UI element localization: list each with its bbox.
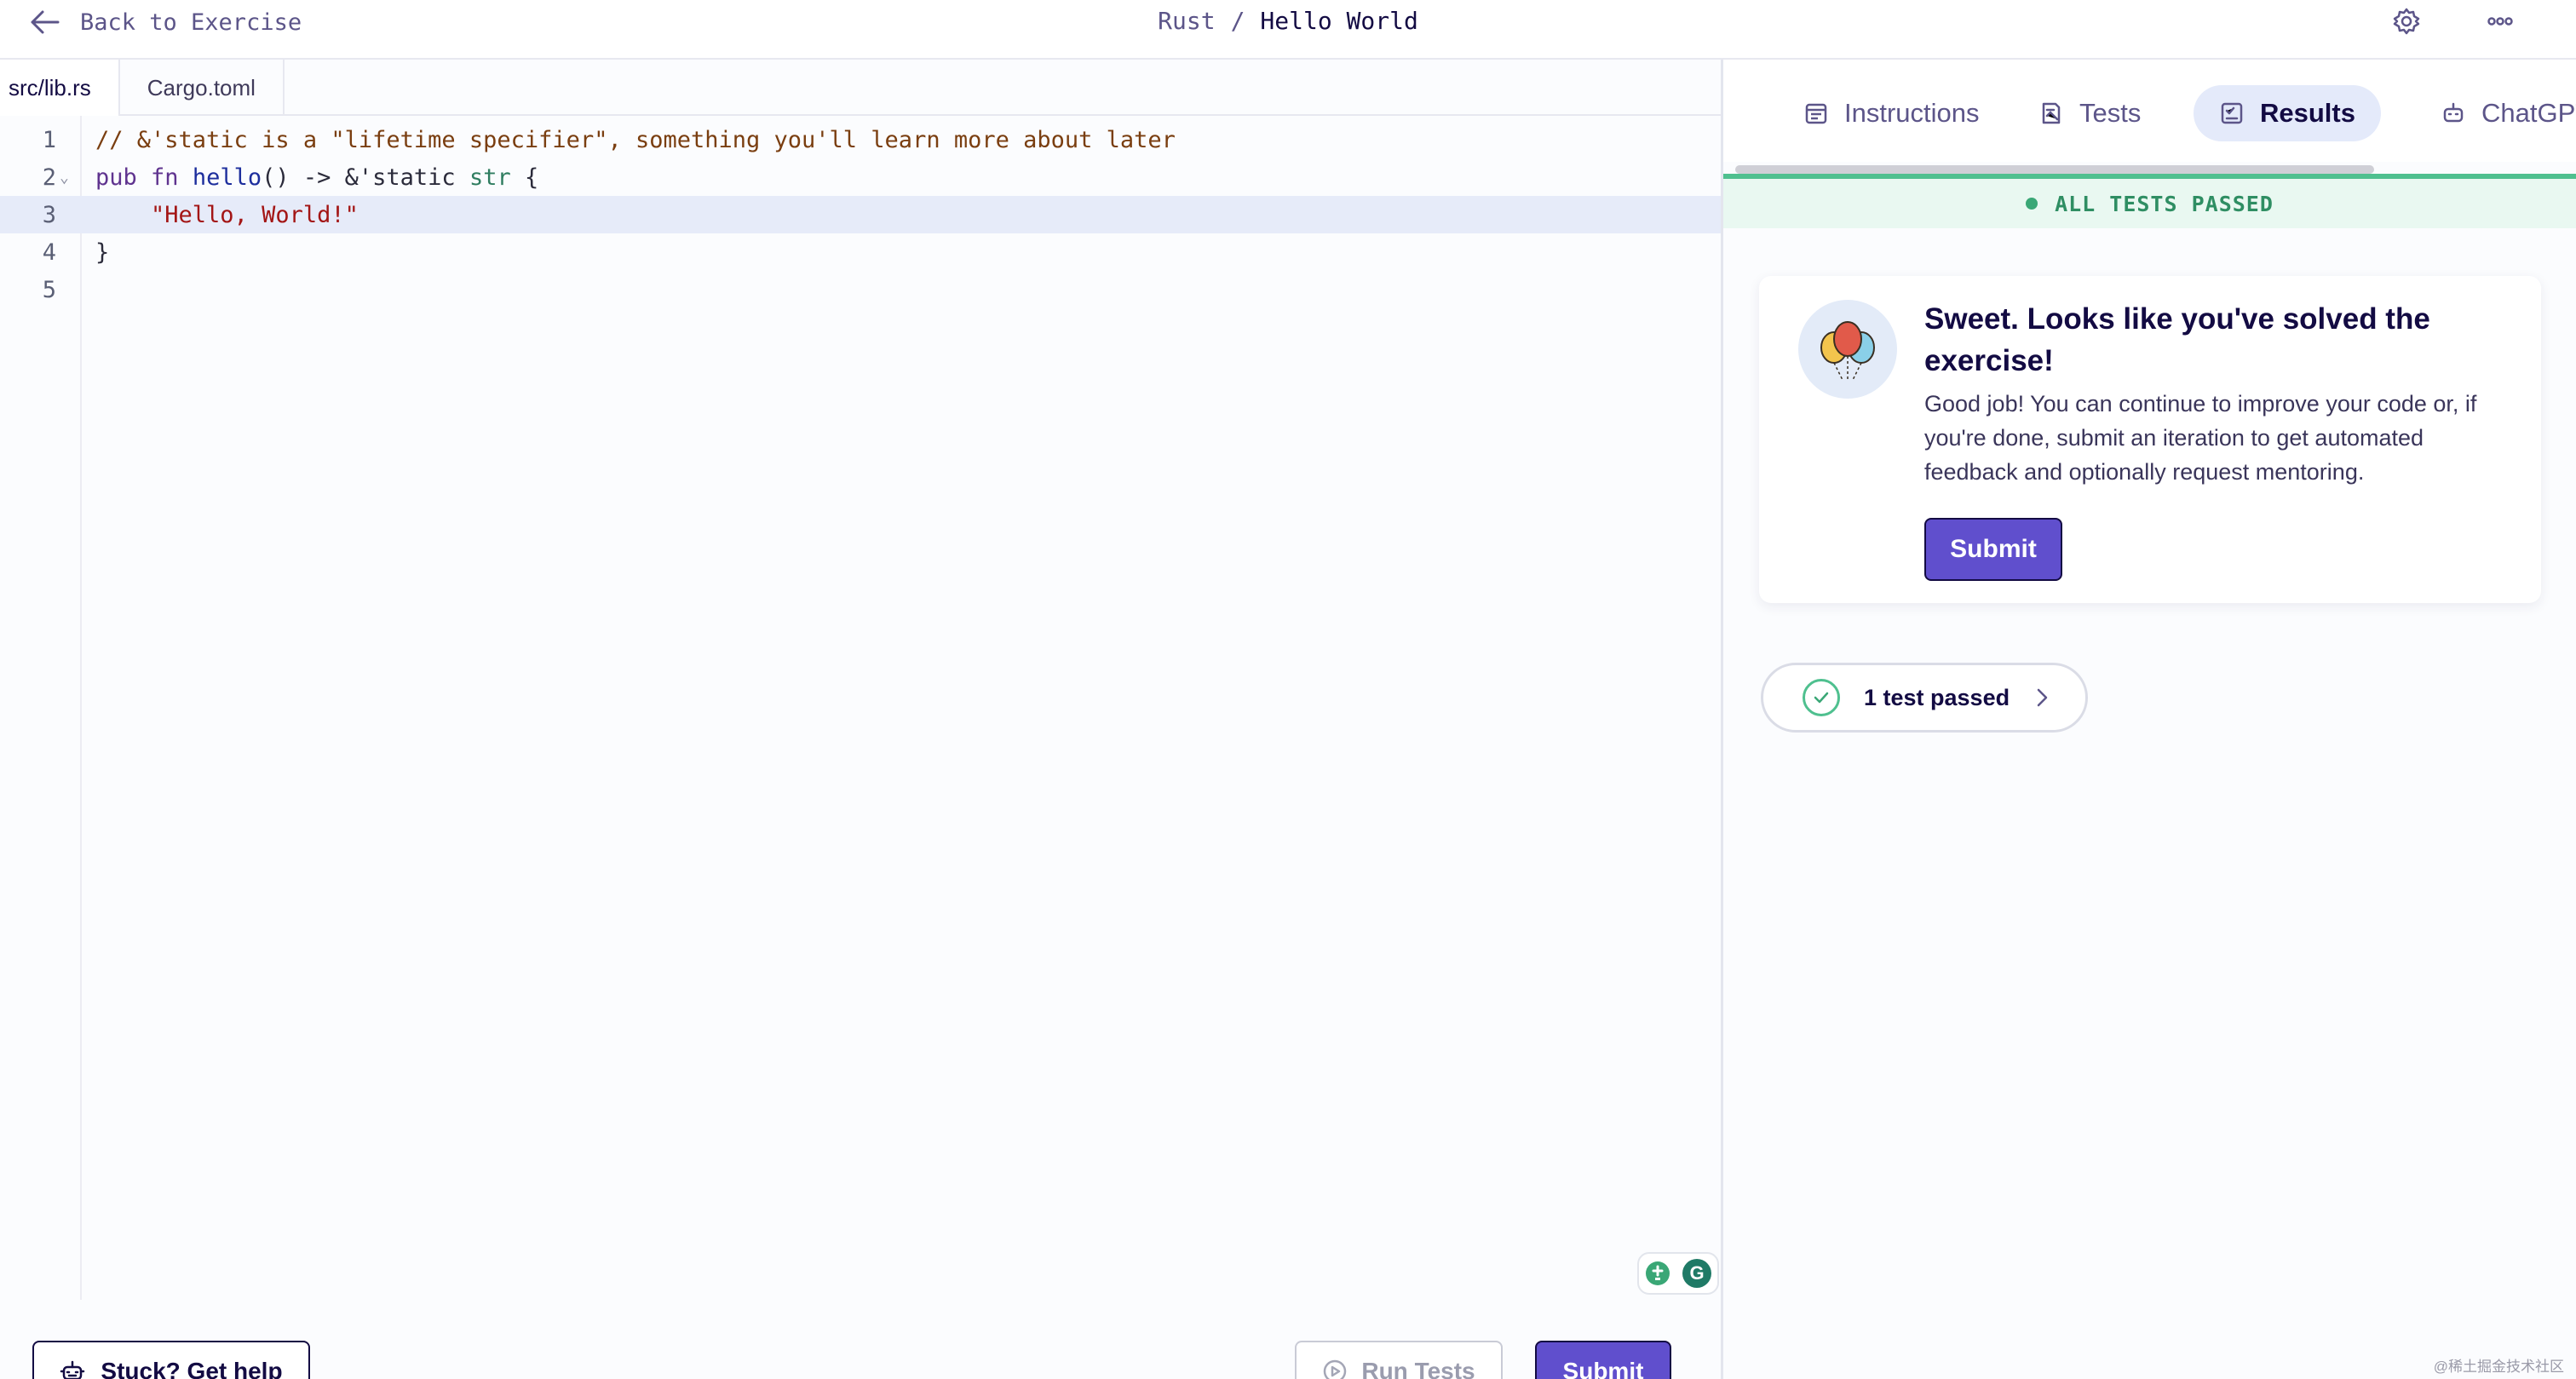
- line-number: 2: [42, 164, 56, 191]
- line-number: 1: [42, 126, 56, 153]
- results-icon: [2221, 102, 2243, 124]
- robot-icon: [2443, 102, 2464, 123]
- breadcrumb-track[interactable]: Rust: [1158, 7, 1215, 35]
- breadcrumb-separator: /: [1230, 7, 1245, 35]
- line-number: 3: [42, 201, 56, 228]
- stuck-get-help-button[interactable]: Stuck? Get help: [32, 1341, 310, 1379]
- keyword-pub: pub: [95, 164, 137, 191]
- tab-instructions-label: Instructions: [1844, 98, 1980, 128]
- breadcrumb: Rust / Hello World: [0, 7, 2576, 35]
- instructions-icon: [1805, 103, 1827, 124]
- tab-results-label: Results: [2260, 98, 2355, 128]
- gear-icon[interactable]: [2392, 7, 2421, 36]
- code-line[interactable]: 2 ⌄ pub fn hello() -> &'static str {: [0, 158, 1721, 196]
- line-number: 5: [42, 276, 56, 303]
- code-line[interactable]: 1 // &'static is a "lifetime specifier",…: [0, 121, 1721, 158]
- return-type: str: [469, 164, 511, 191]
- tests-status-bar: ALL TESTS PASSED: [1723, 179, 2576, 228]
- robot-icon: [60, 1360, 85, 1379]
- status-dot-icon: [2026, 198, 2038, 210]
- file-tab-cargo-toml[interactable]: Cargo.toml: [120, 60, 285, 116]
- run-tests-button[interactable]: Run Tests: [1295, 1341, 1503, 1379]
- card-submit-button[interactable]: Submit: [1924, 518, 2062, 581]
- check-icon: [1803, 679, 1840, 716]
- balloons-icon: [1798, 300, 1897, 399]
- top-header: Back to Exercise Rust / Hello World: [0, 0, 2576, 60]
- line-number: 4: [42, 238, 56, 266]
- tab-chatgpt-label: ChatGPT: [2481, 98, 2576, 128]
- fold-chevron-icon[interactable]: ⌄: [60, 169, 69, 187]
- run-tests-label: Run Tests: [1361, 1358, 1475, 1379]
- lightbulb-icon[interactable]: [1645, 1261, 1670, 1286]
- grammarly-icon[interactable]: G: [1682, 1259, 1711, 1288]
- stuck-label: Stuck? Get help: [101, 1358, 283, 1379]
- chevron-right-icon: [2037, 688, 2048, 707]
- success-description: Good job! You can continue to improve yo…: [1924, 391, 2477, 485]
- tests-summary-pill[interactable]: 1 test passed: [1761, 663, 2088, 733]
- keyword-fn: fn: [151, 164, 179, 191]
- code-area[interactable]: 1 // &'static is a "lifetime specifier",…: [0, 121, 1721, 308]
- tab-instructions[interactable]: Instructions: [1778, 85, 2005, 141]
- file-tab-lib-rs[interactable]: src/lib.rs: [0, 60, 120, 116]
- tab-tests[interactable]: Tests: [2013, 85, 2166, 141]
- open-brace: {: [510, 164, 539, 191]
- panel-tabs: Instructions Tests Results ChatGPT: [1723, 60, 2576, 162]
- watermark: @稀土掘金技术社区: [2433, 1359, 2564, 1375]
- code-editor: src/lib.rs Cargo.toml 1 // &'static is a…: [0, 60, 1721, 1379]
- code-comment: // &'static is a "lifetime specifier", s…: [95, 126, 1176, 153]
- submit-button[interactable]: Submit: [1535, 1341, 1671, 1379]
- more-icon[interactable]: [2486, 7, 2515, 36]
- tests-summary-label: 1 test passed: [1864, 684, 2010, 710]
- code-line-current[interactable]: 3 "Hello, World!": [0, 196, 1721, 233]
- tab-chatgpt[interactable]: ChatGPT: [2415, 85, 2576, 141]
- string-literal: "Hello, World!": [151, 201, 359, 228]
- results-panel: Instructions Tests Results ChatGPT: [1721, 60, 2576, 1379]
- tabs-scrollbar[interactable]: [1735, 165, 2374, 174]
- tests-icon: [2042, 102, 2061, 124]
- code-line[interactable]: 4 }: [0, 233, 1721, 271]
- close-brace: }: [95, 238, 110, 266]
- file-tabs: src/lib.rs Cargo.toml: [0, 60, 1721, 116]
- code-signature: () -> &'static: [262, 164, 469, 191]
- tab-results[interactable]: Results: [2194, 85, 2381, 141]
- status-text: ALL TESTS PASSED: [2055, 191, 2274, 216]
- play-icon: [1324, 1359, 1347, 1379]
- breadcrumb-exercise: Hello World: [1260, 7, 1418, 35]
- success-title: Sweet. Looks like you've solved the exer…: [1924, 302, 2430, 377]
- success-card: Sweet. Looks like you've solved the exer…: [1759, 276, 2541, 603]
- tab-tests-label: Tests: [2079, 98, 2142, 128]
- grammarly-widget[interactable]: G: [1637, 1252, 1719, 1295]
- code-line[interactable]: 5: [0, 271, 1721, 308]
- function-name: hello: [192, 164, 262, 191]
